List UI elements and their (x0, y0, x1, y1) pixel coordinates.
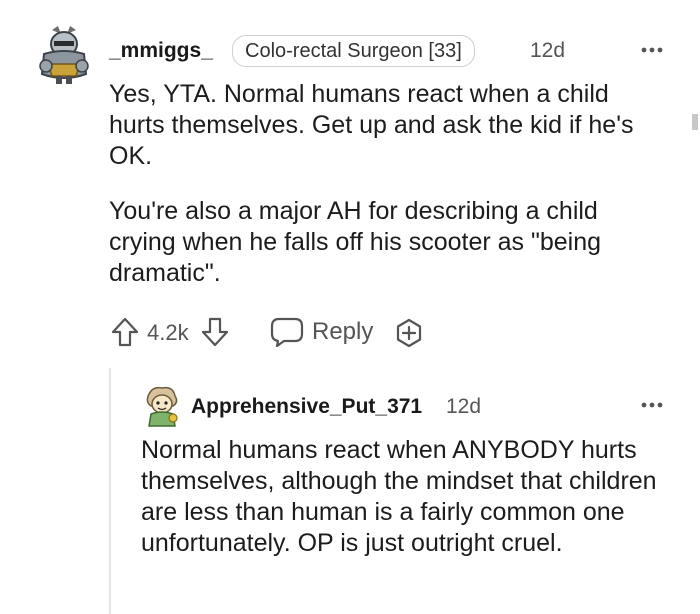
arrow-down-icon (201, 317, 229, 347)
comment-paragraph-1: Yes, YTA. Normal humans react when a chi… (109, 80, 634, 170)
thread-line[interactable] (109, 368, 111, 614)
scrollbar-thumb[interactable] (692, 114, 698, 130)
avatar[interactable] (36, 24, 92, 86)
reply-label: Reply (312, 318, 374, 345)
more-dots-icon[interactable] (640, 397, 664, 408)
comment-timestamp: 12d (530, 39, 566, 62)
comment-username[interactable]: _mmiggs_ (109, 38, 213, 64)
reply-text: Normal humans react when ANYBODY hurts t… (141, 436, 657, 557)
reply-username[interactable]: Apprehensive_Put_371 (191, 394, 422, 420)
add-award-icon (396, 318, 422, 348)
speech-bubble-icon (270, 317, 304, 347)
vote-count: 4.2k (147, 320, 189, 345)
cartoon-avatar-icon (146, 386, 178, 427)
user-flair: Colo-rectal Surgeon [33] (232, 35, 475, 67)
upvote-button[interactable] (110, 316, 140, 348)
reply-avatar[interactable] (143, 384, 181, 428)
add-award-button[interactable] (393, 317, 425, 349)
comment-paragraph-2: You're also a major AH for describing a … (109, 197, 602, 287)
downvote-button[interactable] (200, 316, 230, 348)
more-dots-icon[interactable] (640, 42, 664, 53)
arrow-up-icon (111, 317, 139, 347)
knight-avatar-icon (39, 26, 89, 84)
reply-button[interactable]: Reply (270, 315, 374, 349)
reply-timestamp: 12d (446, 395, 482, 418)
